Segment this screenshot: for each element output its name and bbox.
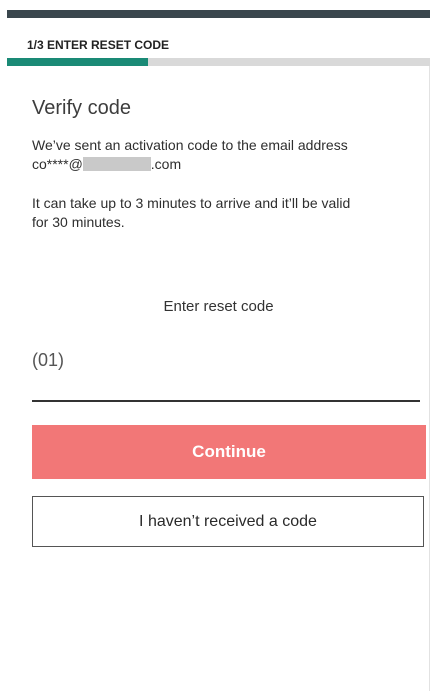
- email-suffix: .com: [150, 156, 182, 172]
- reset-code-panel: 1/3 ENTER RESET CODE Verify code We’ve s…: [7, 0, 430, 691]
- progress-fill: [7, 58, 148, 66]
- progress-bar: [7, 58, 430, 66]
- no-code-received-button[interactable]: I haven’t received a code: [32, 496, 424, 547]
- info-text-line2: for 30 minutes.: [32, 214, 125, 230]
- top-edge-bar: [7, 10, 430, 18]
- continue-button[interactable]: Continue: [32, 425, 426, 479]
- masked-email: co****@ .com: [32, 155, 181, 173]
- sent-text: We’ve sent an activation code to the ema…: [32, 137, 348, 153]
- page-title: Verify code: [32, 97, 131, 119]
- step-title: 1/3 ENTER RESET CODE: [27, 38, 170, 52]
- info-text-line1: It can take up to 3 minutes to arrive an…: [32, 195, 351, 211]
- redaction-mask: [82, 157, 151, 171]
- reset-code-input[interactable]: [32, 340, 420, 402]
- step-header: 1/3 ENTER RESET CODE: [7, 18, 430, 58]
- reset-code-label: Enter reset code: [163, 298, 274, 315]
- email-prefix: co****@: [32, 156, 83, 172]
